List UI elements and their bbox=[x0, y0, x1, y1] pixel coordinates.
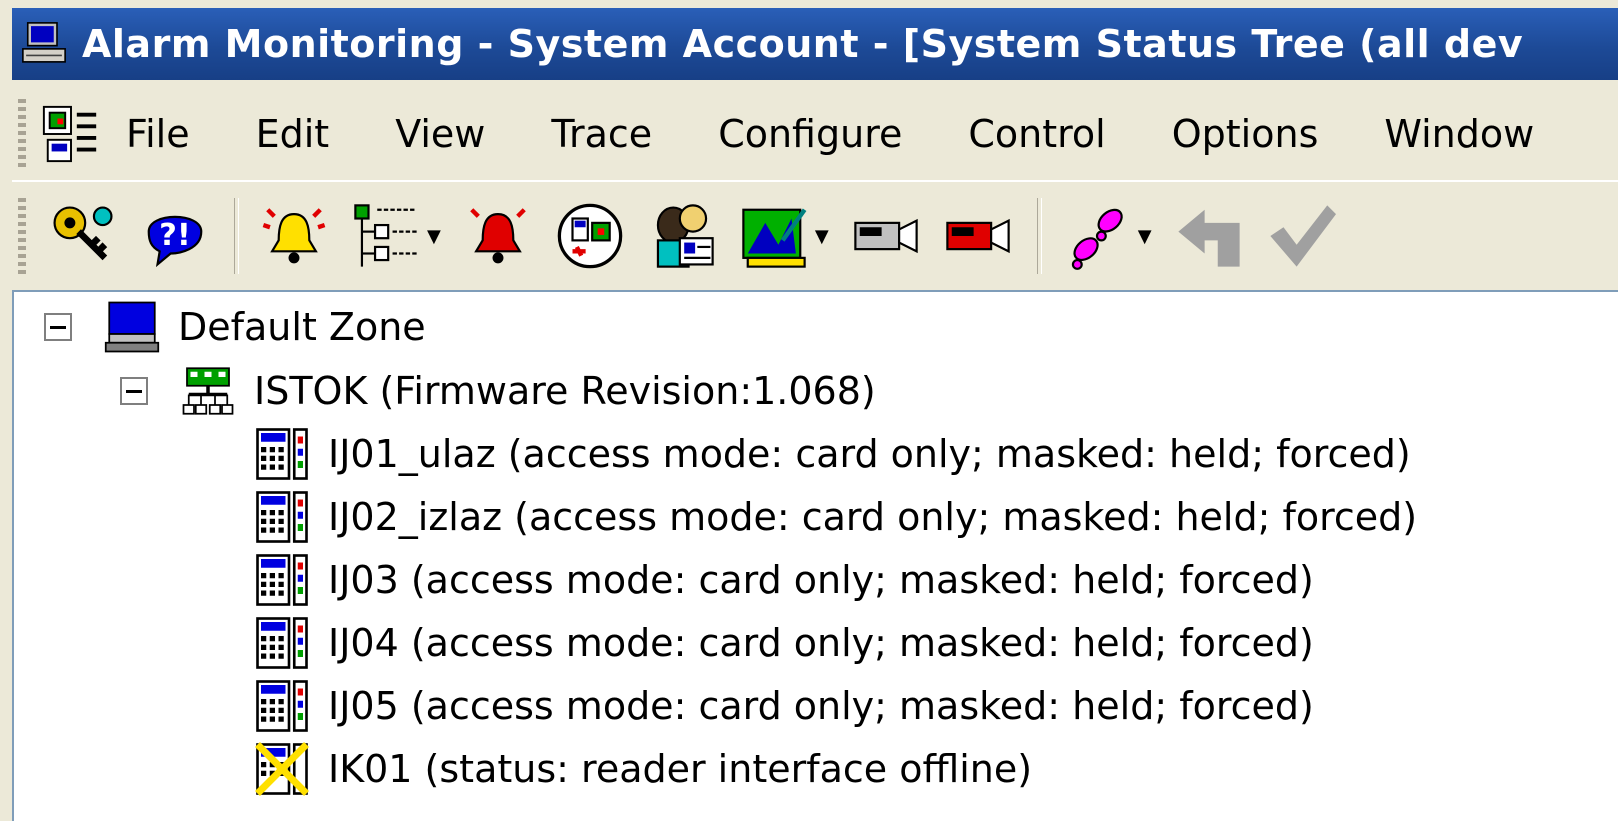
menubar-divider bbox=[12, 180, 1618, 182]
document-tree-icon[interactable] bbox=[40, 103, 102, 165]
menu-bar: File Edit View Trace Configure Control O… bbox=[12, 88, 1618, 180]
menubar-grip[interactable] bbox=[18, 99, 26, 169]
camera-icon bbox=[853, 218, 918, 254]
footsteps-icon bbox=[1071, 208, 1123, 270]
menu-options[interactable]: Options bbox=[1172, 112, 1319, 156]
reader-label: IK01 (status: reader interface offline) bbox=[328, 747, 1033, 791]
trace-button[interactable] bbox=[1060, 199, 1134, 273]
menu-configure[interactable]: Configure bbox=[718, 112, 902, 156]
keys-icon bbox=[53, 206, 113, 261]
map-dropdown-icon[interactable]: ▼ bbox=[815, 226, 829, 247]
check-disabled-icon bbox=[1269, 205, 1336, 267]
reader-label: IJ01_ulaz (access mode: card only; maske… bbox=[328, 432, 1411, 476]
trace-dropdown-icon[interactable]: ▼ bbox=[1138, 226, 1152, 247]
tree-view-button[interactable] bbox=[349, 199, 423, 273]
collapse-toggle-icon[interactable] bbox=[120, 377, 148, 405]
tree-view-dropdown-icon[interactable]: ▼ bbox=[427, 226, 441, 247]
alarm-bell-yellow-icon bbox=[262, 208, 326, 264]
acknowledge-button[interactable] bbox=[1172, 199, 1246, 273]
card-reader-icon bbox=[256, 428, 308, 480]
map-icon bbox=[742, 208, 807, 268]
reader-label: IJ03 (access mode: card only; masked: he… bbox=[328, 558, 1314, 602]
alarm-yellow-button[interactable] bbox=[257, 199, 331, 273]
camera-button[interactable] bbox=[849, 199, 923, 273]
alarm-red-button[interactable] bbox=[461, 199, 535, 273]
reader-label: IJ02_izlaz (access mode: card only; mask… bbox=[328, 495, 1418, 539]
tree-node-reader[interactable]: IJ05 (access mode: card only; masked: he… bbox=[254, 677, 1314, 735]
device-status-icon bbox=[557, 203, 623, 269]
menu-edit[interactable]: Edit bbox=[256, 112, 330, 156]
map-button[interactable] bbox=[737, 199, 811, 273]
zone-computer-icon bbox=[104, 301, 160, 353]
alarm-bell-red-icon bbox=[470, 208, 526, 264]
title-bar[interactable]: Alarm Monitoring - System Account - [Sys… bbox=[12, 8, 1618, 80]
tree-node-zone[interactable]: Default Zone bbox=[44, 298, 426, 356]
badging-button[interactable] bbox=[645, 199, 719, 273]
zone-label: Default Zone bbox=[178, 305, 426, 349]
card-reader-icon bbox=[256, 491, 308, 543]
menu-view[interactable]: View bbox=[395, 112, 485, 156]
controller-label: ISTOK (Firmware Revision:1.068) bbox=[254, 369, 876, 413]
window-title: Alarm Monitoring - System Account - [Sys… bbox=[82, 22, 1524, 66]
card-reader-icon bbox=[256, 617, 308, 669]
card-reader-icon bbox=[256, 554, 308, 606]
menu-window[interactable]: Window bbox=[1384, 112, 1534, 156]
reader-label: IJ05 (access mode: card only; masked: he… bbox=[328, 684, 1314, 728]
help-button[interactable]: ?! bbox=[138, 199, 212, 273]
camera-red-icon bbox=[945, 218, 1010, 254]
help-icon: ?! bbox=[147, 215, 203, 268]
controller-network-icon bbox=[182, 367, 234, 415]
tree-view-icon bbox=[354, 204, 417, 267]
toolbar: ?! ▼ ▼ ▼ bbox=[12, 184, 1618, 288]
svg-text:?!: ?! bbox=[159, 218, 191, 253]
tree-node-reader[interactable]: IJ04 (access mode: card only; masked: he… bbox=[254, 614, 1314, 672]
toolbar-grip[interactable] bbox=[18, 198, 26, 274]
camera-red-button[interactable] bbox=[941, 199, 1015, 273]
toolbar-separator bbox=[1036, 198, 1042, 274]
device-status-button[interactable] bbox=[553, 199, 627, 273]
tree-node-reader[interactable]: IJ01_ulaz (access mode: card only; maske… bbox=[254, 425, 1411, 483]
badge-people-icon bbox=[656, 204, 714, 268]
card-reader-offline-icon bbox=[255, 742, 309, 796]
computer-icon[interactable] bbox=[18, 18, 70, 70]
card-reader-icon bbox=[256, 680, 308, 732]
arrow-disabled-icon bbox=[1177, 209, 1240, 267]
tree-node-controller[interactable]: ISTOK (Firmware Revision:1.068) bbox=[120, 362, 876, 420]
tree-node-reader-offline[interactable]: IK01 (status: reader interface offline) bbox=[254, 740, 1032, 798]
keys-button[interactable] bbox=[46, 199, 120, 273]
system-status-tree[interactable]: Default Zone ISTOK (Firmware Revision:1.… bbox=[12, 290, 1618, 821]
tree-node-reader[interactable]: IJ03 (access mode: card only; masked: he… bbox=[254, 551, 1314, 609]
collapse-toggle-icon[interactable] bbox=[44, 313, 72, 341]
tree-node-reader[interactable]: IJ02_izlaz (access mode: card only; mask… bbox=[254, 488, 1417, 546]
menu-file[interactable]: File bbox=[126, 112, 190, 156]
reader-label: IJ04 (access mode: card only; masked: he… bbox=[328, 621, 1314, 665]
check-button[interactable] bbox=[1264, 199, 1338, 273]
menu-trace[interactable]: Trace bbox=[551, 112, 652, 156]
toolbar-separator bbox=[234, 198, 239, 274]
menu-control[interactable]: Control bbox=[968, 112, 1105, 156]
